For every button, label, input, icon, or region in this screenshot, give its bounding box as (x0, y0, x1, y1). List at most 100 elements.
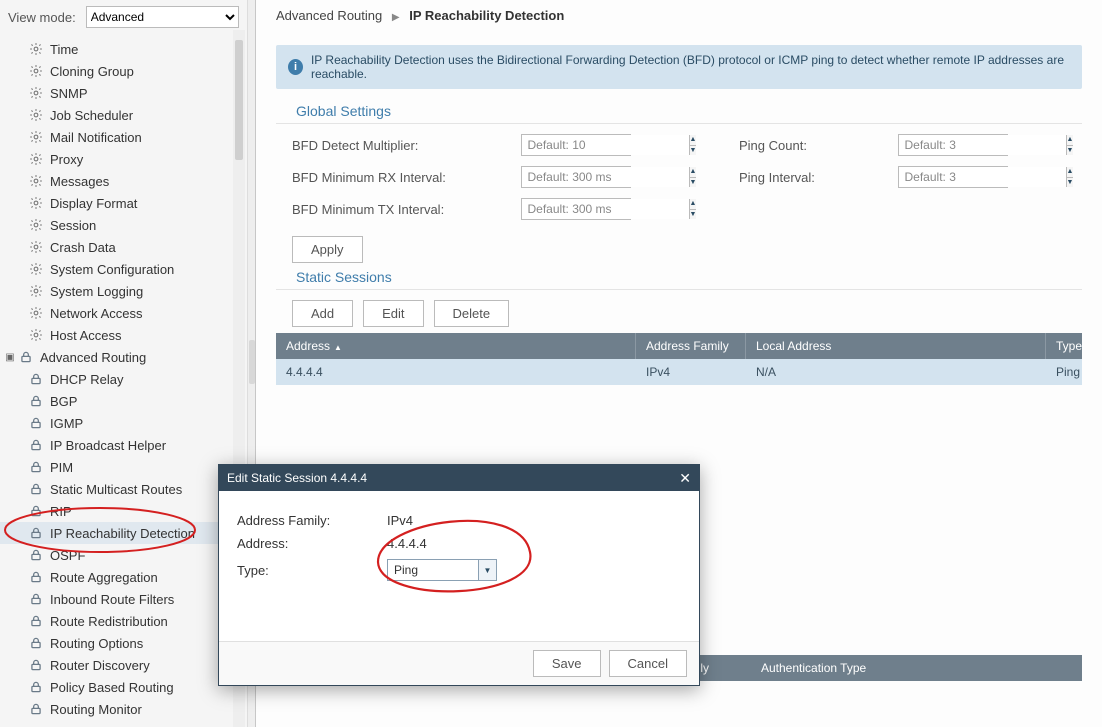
lock-icon (28, 393, 44, 409)
bfd-rx-input[interactable]: ▲▼ (521, 166, 631, 188)
ping-count-input[interactable]: ▲▼ (898, 134, 1008, 156)
sidebar-item[interactable]: OSPF (0, 544, 247, 566)
lock-icon (28, 525, 44, 541)
sidebar-item[interactable]: System Logging (0, 280, 247, 302)
spinner-down-icon[interactable]: ▼ (1067, 178, 1074, 188)
table-header: Address▲ Address Family Local Address Ty… (276, 333, 1082, 359)
sidebar-item[interactable]: DHCP Relay (0, 368, 247, 390)
sidebar-item[interactable]: IP Reachability Detection (0, 522, 247, 544)
sidebar-item[interactable]: Routing Options (0, 632, 247, 654)
col-auth[interactable]: Authentication Type (751, 655, 931, 681)
spinner-down-icon[interactable]: ▼ (690, 146, 697, 156)
sidebar-item[interactable]: Routing Monitor (0, 698, 247, 720)
lock-icon (28, 547, 44, 563)
lock-icon (28, 657, 44, 673)
scrollbar-thumb[interactable] (235, 40, 243, 160)
bfd-mult-field[interactable] (522, 135, 689, 155)
ping-count-field[interactable] (899, 135, 1066, 155)
sidebar-item[interactable]: Time (0, 38, 247, 60)
sidebar-item[interactable]: IP Broadcast Helper (0, 434, 247, 456)
sidebar-item[interactable]: Crash Data (0, 236, 247, 258)
add-button[interactable]: Add (292, 300, 353, 327)
sidebar-item-label: Display Format (50, 196, 137, 211)
collapse-icon[interactable]: ▣ (4, 352, 16, 363)
ping-interval-input[interactable]: ▲▼ (898, 166, 1008, 188)
sidebar-item[interactable]: Display Format (0, 192, 247, 214)
viewmode-select[interactable]: Advanced (86, 6, 239, 28)
sidebar-item[interactable]: Route Aggregation (0, 566, 247, 588)
sidebar-item-label: Session (50, 218, 96, 233)
bfd-rx-field[interactable] (522, 167, 689, 187)
apply-button[interactable]: Apply (292, 236, 363, 263)
spinner-down-icon[interactable]: ▼ (1067, 146, 1074, 156)
sidebar-item[interactable]: PIM (0, 456, 247, 478)
sidebar-item[interactable]: BGP (0, 390, 247, 412)
spinner-down-icon[interactable]: ▼ (690, 178, 697, 188)
cancel-button[interactable]: Cancel (609, 650, 687, 677)
col-address[interactable]: Address▲ (276, 333, 636, 359)
lock-icon (28, 569, 44, 585)
sidebar-item[interactable]: Route Redistribution (0, 610, 247, 632)
chevron-down-icon[interactable]: ▼ (478, 560, 496, 580)
sidebar-item[interactable]: SNMP (0, 82, 247, 104)
spinner-up-icon[interactable]: ▲ (1067, 167, 1074, 178)
table-row[interactable]: 4.4.4.4 IPv4 N/A Ping (276, 359, 1082, 385)
splitter-handle[interactable] (249, 340, 255, 384)
ping-interval-field[interactable] (899, 167, 1066, 187)
col-local[interactable]: Local Address (746, 333, 1046, 359)
edit-session-dialog: Edit Static Session 4.4.4.4 ✕ Address Fa… (218, 464, 700, 686)
lock-icon (28, 635, 44, 651)
info-text: IP Reachability Detection uses the Bidir… (311, 53, 1070, 81)
sidebar-item-label: RIP (50, 504, 72, 519)
sidebar-item-label: BGP (50, 394, 77, 409)
sidebar-item[interactable]: Inbound Route Filters (0, 588, 247, 610)
col-type[interactable]: Type (1046, 333, 1096, 359)
tree-group-advanced-routing[interactable]: ▣ Advanced Routing (0, 346, 247, 368)
dlg-family-label: Address Family: (237, 513, 387, 528)
sidebar-item-label: Route Redistribution (50, 614, 168, 629)
bfd-mult-input[interactable]: ▲▼ (521, 134, 631, 156)
sidebar-item-label: DHCP Relay (50, 372, 123, 387)
sidebar-item[interactable]: IGMP (0, 412, 247, 434)
spinner-up-icon[interactable]: ▲ (690, 135, 697, 146)
gear-icon (28, 129, 44, 145)
spinner-up-icon[interactable]: ▲ (690, 167, 697, 178)
sidebar-item[interactable]: Messages (0, 170, 247, 192)
spinner-up-icon[interactable]: ▲ (690, 199, 697, 210)
nav-tree: TimeCloning GroupSNMPJob SchedulerMail N… (0, 34, 247, 720)
lock-icon (28, 591, 44, 607)
close-icon[interactable]: ✕ (679, 470, 691, 487)
save-button[interactable]: Save (533, 650, 601, 677)
tree-group-label: Advanced Routing (40, 350, 146, 365)
sidebar-item[interactable]: Policy Based Routing (0, 676, 247, 698)
spinner-up-icon[interactable]: ▲ (1067, 135, 1074, 146)
dlg-address-value: 4.4.4.4 (387, 536, 427, 551)
dlg-type-dropdown[interactable]: Ping ▼ (387, 559, 497, 581)
sidebar-item-label: IP Broadcast Helper (50, 438, 166, 453)
sidebar-item[interactable]: Static Multicast Routes (0, 478, 247, 500)
sidebar-item[interactable]: Proxy (0, 148, 247, 170)
tree-adv-items: DHCP Relay BGP IGMP IP Broadcast Helper PIMS… (0, 368, 247, 720)
breadcrumb-parent[interactable]: Advanced Routing (276, 8, 382, 23)
delete-button[interactable]: Delete (434, 300, 510, 327)
sidebar-item[interactable]: RIP (0, 500, 247, 522)
ping-interval-label: Ping Interval: (739, 170, 839, 185)
bfd-mult-label: BFD Detect Multiplier: (292, 138, 462, 153)
gear-icon (28, 217, 44, 233)
sidebar-item[interactable]: Mail Notification (0, 126, 247, 148)
spinner-down-icon[interactable]: ▼ (690, 210, 697, 220)
col-family[interactable]: Address Family (636, 333, 746, 359)
sidebar-item[interactable]: System Configuration (0, 258, 247, 280)
lock-icon (18, 349, 34, 365)
sidebar-item[interactable]: Router Discovery (0, 654, 247, 676)
edit-button[interactable]: Edit (363, 300, 423, 327)
bfd-tx-field[interactable] (522, 199, 689, 219)
sidebar-item[interactable]: Network Access (0, 302, 247, 324)
dialog-titlebar[interactable]: Edit Static Session 4.4.4.4 ✕ (219, 465, 699, 491)
sort-asc-icon: ▲ (334, 343, 342, 352)
bfd-tx-input[interactable]: ▲▼ (521, 198, 631, 220)
sidebar-item[interactable]: Cloning Group (0, 60, 247, 82)
sidebar-item[interactable]: Session (0, 214, 247, 236)
sidebar-item[interactable]: Job Scheduler (0, 104, 247, 126)
sidebar-item[interactable]: Host Access (0, 324, 247, 346)
